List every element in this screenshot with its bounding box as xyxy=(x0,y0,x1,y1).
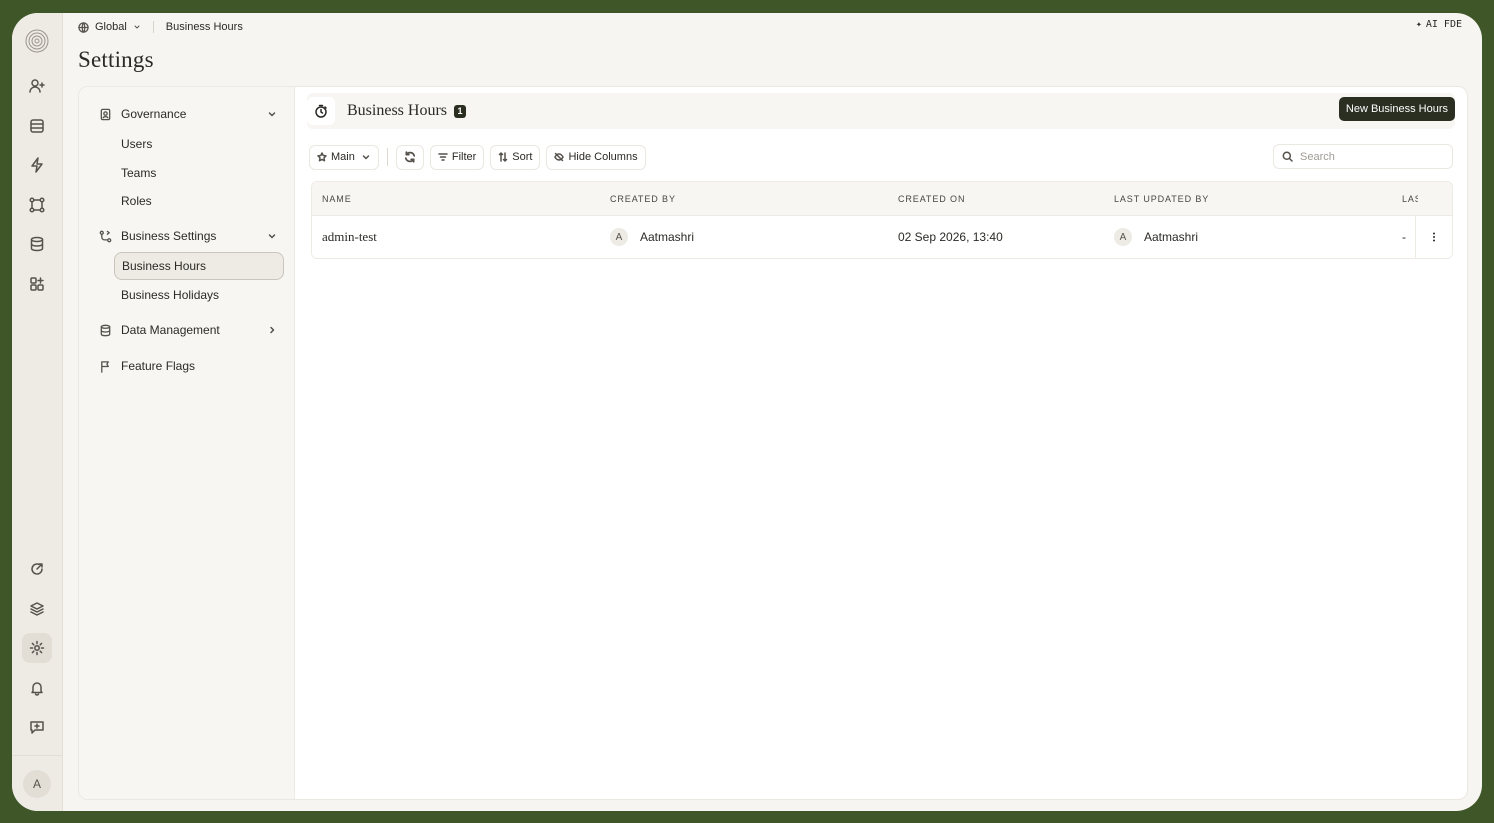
badge-icon xyxy=(100,108,111,120)
spiral-logo-icon[interactable] xyxy=(23,27,51,55)
cell-last-updated-on: - xyxy=(1402,230,1406,244)
eye-off-icon xyxy=(554,152,565,162)
feedback-icon[interactable] xyxy=(22,712,52,742)
sort-button[interactable]: Sort xyxy=(490,144,541,170)
breadcrumb-separator xyxy=(152,21,154,33)
star-icon xyxy=(317,152,327,162)
icon-rail: A xyxy=(12,13,63,811)
created-by-name: Aatmashri xyxy=(640,230,695,244)
gear-icon[interactable] xyxy=(22,633,52,663)
cell-created-by: A Aatmashri xyxy=(610,216,694,258)
page-title: Settings xyxy=(78,47,154,72)
avatar: A xyxy=(1114,228,1132,246)
breadcrumb: Global Business Hours xyxy=(78,19,243,35)
filter-icon xyxy=(438,153,448,161)
toolbar-separator xyxy=(386,148,388,166)
chevron-down-icon xyxy=(268,234,276,239)
view-selector[interactable]: Main xyxy=(309,144,379,170)
rail-divider xyxy=(12,755,63,756)
chevron-right-icon xyxy=(270,326,275,334)
cell-last-updated-by: A Aatmashri xyxy=(1114,216,1198,258)
cell-name[interactable]: admin-test xyxy=(322,216,377,258)
timer-icon xyxy=(307,97,335,125)
settings-sidenav: Governance Users Teams Roles Business Se… xyxy=(79,87,295,799)
database-icon[interactable] xyxy=(22,229,52,259)
hide-columns-label: Hide Columns xyxy=(568,151,638,163)
agent-icon[interactable] xyxy=(22,554,52,584)
breadcrumb-current: Business Hours xyxy=(165,21,243,33)
table-toolbar: Main Filter Sort Hide Columns xyxy=(309,144,1453,170)
refresh-icon xyxy=(404,151,415,163)
nav-item-users[interactable]: Users xyxy=(114,130,284,158)
content-header: Business Hours 1 New Business Hours xyxy=(307,93,1455,129)
row-menu-button[interactable] xyxy=(1415,216,1452,258)
ai-fde-button[interactable]: ✦ AI FDE xyxy=(1416,19,1462,30)
cell-created-on: 02 Sep 2026, 13:40 xyxy=(898,230,1003,244)
view-label: Main xyxy=(331,151,355,163)
column-header-name[interactable]: NAME xyxy=(322,182,352,215)
table-header: NAME CREATED BY CREATED ON LAST UPDATED … xyxy=(312,182,1452,215)
nav-group-feature-flags[interactable]: Feature Flags xyxy=(99,356,277,376)
apps-icon[interactable] xyxy=(22,269,52,299)
route-icon xyxy=(99,230,112,242)
sort-icon xyxy=(499,152,508,162)
chevron-down-icon xyxy=(362,155,370,160)
ai-fde-label: AI FDE xyxy=(1425,19,1462,30)
column-header-created-on[interactable]: CREATED ON xyxy=(898,182,965,215)
user-plus-icon[interactable] xyxy=(22,71,52,101)
nav-group-label: Feature Flags xyxy=(121,359,196,373)
filter-button[interactable]: Filter xyxy=(429,144,485,170)
settings-panel: Governance Users Teams Roles Business Se… xyxy=(78,86,1468,800)
nav-group-label: Business Settings xyxy=(121,229,217,243)
scope-selector[interactable]: Global xyxy=(95,21,127,33)
count-badge: 1 xyxy=(454,104,467,118)
nav-group-label: Data Management xyxy=(121,323,220,337)
nav-item-business-hours[interactable]: Business Hours xyxy=(114,252,284,280)
nav-group-governance[interactable]: Governance xyxy=(99,104,277,124)
refresh-button[interactable] xyxy=(395,144,424,170)
avatar: A xyxy=(610,228,628,246)
column-header-last-updated-on[interactable]: LAS xyxy=(1402,182,1418,215)
column-header-created-by[interactable]: CREATED BY xyxy=(610,182,676,215)
inbox-icon[interactable] xyxy=(22,111,52,141)
column-header-last-updated-by[interactable]: LAST UPDATED BY xyxy=(1114,182,1209,215)
sort-label: Sort xyxy=(512,151,533,163)
chevron-down-icon xyxy=(268,112,276,117)
database-icon xyxy=(100,324,111,336)
nav-group-business-settings[interactable]: Business Settings xyxy=(99,226,277,246)
new-business-hours-button[interactable]: New Business Hours xyxy=(1338,97,1455,121)
search-icon xyxy=(1282,151,1293,162)
filter-label: Filter xyxy=(451,151,477,163)
app-window: A Global Business Hours ✦ AI FDE Setting… xyxy=(12,13,1482,811)
chevron-down-icon[interactable] xyxy=(133,23,141,31)
nav-item-roles[interactable]: Roles xyxy=(114,187,284,215)
updated-by-name: Aatmashri xyxy=(1144,230,1199,244)
hide-columns-button[interactable]: Hide Columns xyxy=(546,144,646,170)
layers-icon[interactable] xyxy=(22,594,52,624)
content-area: Business Hours 1 New Business Hours Main… xyxy=(295,87,1467,799)
bell-icon[interactable] xyxy=(22,673,52,703)
more-vertical-icon xyxy=(1433,232,1435,242)
globe-icon xyxy=(78,21,89,33)
nav-item-business-holidays[interactable]: Business Holidays xyxy=(114,281,284,309)
search-input[interactable] xyxy=(1300,150,1440,163)
workflow-icon[interactable] xyxy=(22,190,52,220)
user-avatar[interactable]: A xyxy=(23,770,51,798)
flag-icon xyxy=(101,360,109,373)
content-title: Business Hours xyxy=(347,102,448,119)
table-row[interactable]: admin-test A Aatmashri 02 Sep 2026, 13:4… xyxy=(312,215,1452,258)
nav-item-teams[interactable]: Teams xyxy=(114,159,284,187)
business-hours-table: NAME CREATED BY CREATED ON LAST UPDATED … xyxy=(311,181,1453,259)
nav-group-label: Governance xyxy=(121,107,187,121)
bolt-icon[interactable] xyxy=(22,150,52,180)
sparkle-icon: ✦ xyxy=(1415,19,1422,30)
search-box xyxy=(1273,144,1453,169)
nav-group-data-management[interactable]: Data Management xyxy=(99,320,277,340)
